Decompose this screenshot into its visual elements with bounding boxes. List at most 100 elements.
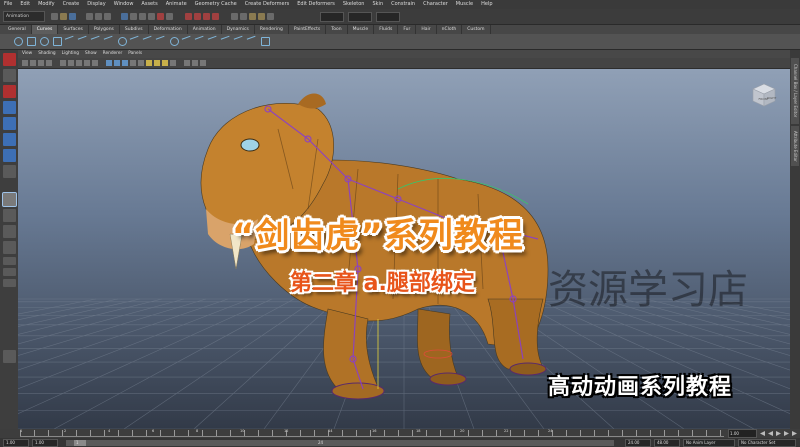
circle-curve-icon[interactable]: [118, 37, 127, 46]
outliner-layout-icon[interactable]: [2, 225, 16, 238]
input-field[interactable]: [376, 11, 400, 22]
field-chart-icon[interactable]: [92, 60, 98, 66]
select-tool-icon[interactable]: [2, 53, 16, 66]
menu-character[interactable]: Character: [423, 0, 448, 9]
four-view-layout-icon[interactable]: [2, 209, 16, 222]
step-forward-icon[interactable]: [784, 431, 789, 436]
shelf-tab-hair[interactable]: Hair: [416, 25, 437, 34]
mask-icon[interactable]: [166, 13, 173, 20]
snap-curve-icon[interactable]: [194, 13, 201, 20]
snap-point-icon[interactable]: [203, 13, 210, 20]
shelf-tab-fluids[interactable]: Fluids: [374, 25, 399, 34]
xray-joints-icon[interactable]: [138, 60, 144, 66]
character-set-dropdown[interactable]: No Character Set: [738, 438, 796, 447]
time-slider[interactable]: 1 2 4 6 8 10 12 14 16 18 20 22 24 1.00: [0, 429, 800, 438]
history-icon[interactable]: [231, 13, 238, 20]
xray-icon[interactable]: [130, 60, 136, 66]
square-curve-icon[interactable]: [261, 37, 270, 46]
select-hierarchy-icon[interactable]: [86, 13, 93, 20]
panel-menu-shading[interactable]: Shading: [38, 50, 55, 58]
paint-select-tool-icon[interactable]: [2, 85, 16, 98]
menu-edit-deformers[interactable]: Edit Deformers: [297, 0, 335, 9]
menu-create[interactable]: Create: [63, 0, 80, 9]
shelf-tab-deformation[interactable]: Deformation: [149, 25, 188, 34]
playback-start-field[interactable]: 1.00: [32, 438, 58, 447]
current-frame-field[interactable]: 1.00: [728, 429, 757, 438]
curve-tool-icon[interactable]: [220, 35, 233, 48]
shelf-tab-muscle[interactable]: Muscle: [348, 25, 375, 34]
menu-assets[interactable]: Assets: [141, 0, 157, 9]
curve-tool-icon[interactable]: [181, 35, 194, 48]
layout-icon[interactable]: [2, 257, 16, 265]
gate-mask-icon[interactable]: [84, 60, 90, 66]
circle-curve-icon[interactable]: [170, 37, 179, 46]
curve-tool-icon[interactable]: [246, 35, 259, 48]
channel-box-tab[interactable]: Channel Box / Layer Editor: [791, 58, 799, 124]
lighting-icon[interactable]: [154, 60, 160, 66]
shelf-tab-rendering[interactable]: Rendering: [255, 25, 289, 34]
snap-grid-icon[interactable]: [185, 13, 192, 20]
shelf-tab-ncloth[interactable]: nCloth: [437, 25, 463, 34]
select-component-icon[interactable]: [104, 13, 111, 20]
curve-tool-icon[interactable]: [142, 35, 155, 48]
snap-plane-icon[interactable]: [212, 13, 219, 20]
layout-icon[interactable]: [2, 279, 16, 287]
panel-menu-panels[interactable]: Panels: [128, 50, 142, 58]
ep-curve-icon[interactable]: [77, 35, 90, 48]
step-back-icon[interactable]: [768, 431, 773, 436]
menu-display[interactable]: Display: [87, 0, 105, 9]
lasso-tool-icon[interactable]: [2, 69, 16, 82]
pencil-curve-icon[interactable]: [90, 35, 103, 48]
textured-icon[interactable]: [146, 60, 152, 66]
curve-tool-icon[interactable]: [207, 35, 220, 48]
shelf-tab-dynamics[interactable]: Dynamics: [222, 25, 255, 34]
scale-tool-icon[interactable]: [2, 133, 16, 146]
menu-skeleton[interactable]: Skeleton: [343, 0, 365, 9]
attribute-editor-tab[interactable]: Attribute Editor: [791, 126, 799, 166]
select-object-icon[interactable]: [95, 13, 102, 20]
shelf-tab-fur[interactable]: Fur: [398, 25, 417, 34]
shelf-tab-polygons[interactable]: Polygons: [89, 25, 120, 34]
menu-modify[interactable]: Modify: [38, 0, 55, 9]
render-icon[interactable]: [249, 13, 256, 20]
frame-all-icon[interactable]: [200, 60, 206, 66]
mask-icon[interactable]: [139, 13, 146, 20]
open-scene-icon[interactable]: [60, 13, 67, 20]
panel-menu-renderer[interactable]: Renderer: [103, 50, 123, 58]
high-quality-icon[interactable]: [170, 60, 176, 66]
menu-create-deformers[interactable]: Create Deformers: [245, 0, 290, 9]
menu-skin[interactable]: Skin: [372, 0, 383, 9]
script-editor-icon[interactable]: [2, 350, 16, 363]
layout-icon[interactable]: [2, 268, 16, 276]
shelf-tab-subdivs[interactable]: Subdivs: [120, 25, 149, 34]
animation-start-field[interactable]: 1.00: [3, 438, 29, 447]
menu-window[interactable]: Window: [114, 0, 134, 9]
wireframe-on-shaded-icon[interactable]: [122, 60, 128, 66]
grid-icon[interactable]: [60, 60, 66, 66]
curve-tool-icon[interactable]: [194, 35, 207, 48]
shadows-icon[interactable]: [162, 60, 168, 66]
go-to-end-icon[interactable]: [792, 431, 797, 436]
shelf-tab-general[interactable]: General: [3, 25, 32, 34]
circle-curve-icon[interactable]: [40, 37, 49, 46]
input-field[interactable]: [320, 11, 344, 22]
single-perspective-layout-icon[interactable]: [1, 192, 17, 207]
xray-icon[interactable]: [192, 60, 198, 66]
shelf-tab-curves[interactable]: Curves: [31, 25, 59, 34]
shelf-tab-painteffects[interactable]: PaintEffects: [289, 25, 327, 34]
new-scene-icon[interactable]: [51, 13, 58, 20]
animation-end-field[interactable]: 48.00: [654, 438, 680, 447]
panel-menu-lighting[interactable]: Lighting: [62, 50, 79, 58]
panel-menu-view[interactable]: View: [22, 50, 32, 58]
curve-tool-icon[interactable]: [155, 35, 168, 48]
last-tool-icon[interactable]: [2, 165, 16, 178]
arc-curve-icon[interactable]: [103, 35, 116, 48]
camera-icon[interactable]: [22, 60, 28, 66]
menu-help[interactable]: Help: [481, 0, 492, 9]
shelf-tab-toon[interactable]: Toon: [326, 25, 348, 34]
move-tool-icon[interactable]: [2, 101, 16, 114]
isolate-select-icon[interactable]: [184, 60, 190, 66]
menu-geometry-cache[interactable]: Geometry Cache: [195, 0, 237, 9]
image-plane-icon[interactable]: [46, 60, 52, 66]
menu-constrain[interactable]: Constrain: [391, 0, 415, 9]
